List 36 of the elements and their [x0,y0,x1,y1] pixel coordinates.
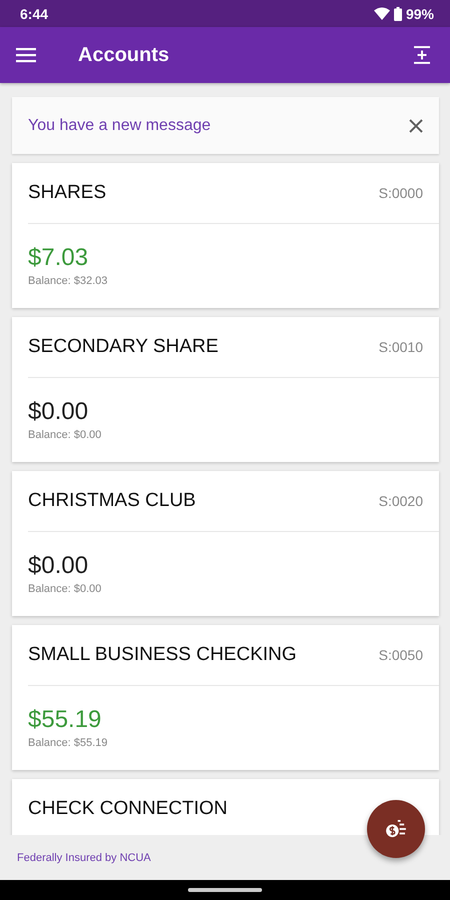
balance-text: Balance: $55.19 [28,737,109,749]
account-name: SECONDARY SHARE [28,336,218,358]
balance-text: Balance: $0.00 [28,583,102,595]
app-bar-title: Accounts [78,44,170,66]
account-number: S:0000 [378,185,423,201]
account-name: CHECK CONNECTION [28,798,228,820]
close-icon [409,118,423,132]
account-number: S:0050 [378,647,423,663]
account-name: CHRISTMAS CLUB [28,490,196,512]
available-amount: $7.03 [28,244,90,272]
account-name: SMALL BUSINESS CHECKING [28,644,297,666]
message-banner[interactable]: You have a new message [12,97,439,154]
account-card[interactable]: SHARES S:0000 $7.03 Balance: $32.03 [12,163,439,308]
available-amount: $0.00 [28,398,90,426]
battery-percent: 99% [406,6,434,22]
account-card[interactable]: CHECK CONNECTION [12,779,439,835]
account-number: S:0010 [378,339,423,355]
balance-text: Balance: $32.03 [28,275,109,287]
account-card[interactable]: SMALL BUSINESS CHECKING S:0050 $55.19 Balance: $55.19 [12,625,439,770]
battery-icon [394,6,402,20]
account-card[interactable]: CHRISTMAS CLUB S:0020 $0.00 Balance: $0.00 [12,471,439,616]
message-text: You have a new message [28,116,211,134]
wifi-icon [374,7,390,20]
expand-icon [414,46,430,64]
balance-text: Balance: $0.00 [28,429,102,441]
menu-icon [16,47,36,63]
status-time: 6:44 [20,6,48,22]
available-amount: $55.19 [28,706,102,734]
coin-icon [385,820,407,838]
account-number: S:0020 [378,493,423,509]
home-handle[interactable] [188,888,262,892]
available-amount: $0.00 [28,552,90,580]
footer-text: Federally Insured by NCUA [17,852,151,864]
transfer-button[interactable] [367,800,425,858]
account-name: SHARES [28,182,106,204]
account-card[interactable]: SECONDARY SHARE S:0010 $0.00 Balance: $0.00 [12,317,439,462]
